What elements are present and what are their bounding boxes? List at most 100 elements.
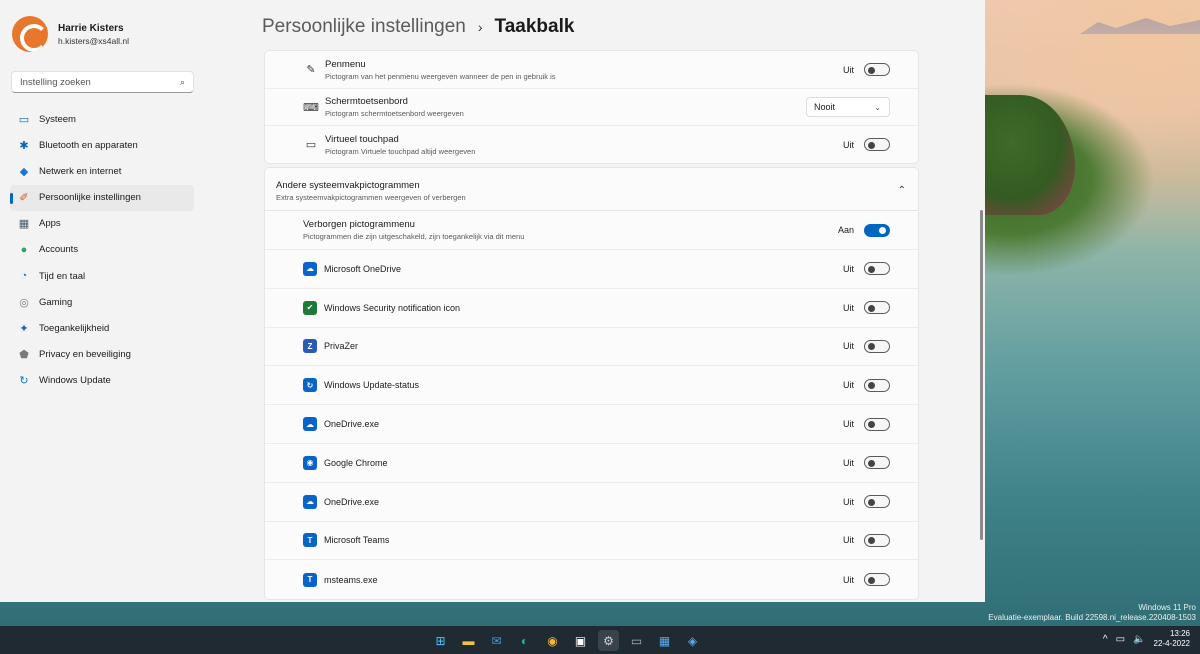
sidebar-item-windows-update[interactable]: ↻ Windows Update bbox=[10, 368, 194, 394]
terminal-icon[interactable]: ▭ bbox=[626, 630, 647, 651]
settings-search-box[interactable]: ⌕ bbox=[11, 71, 194, 93]
accessibility-icon: ✦ bbox=[19, 323, 29, 335]
scrollbar[interactable] bbox=[980, 210, 983, 540]
clock-time: 13:26 bbox=[1169, 629, 1190, 638]
app-name: Microsoft Teams bbox=[324, 535, 390, 546]
chevron-up-icon[interactable]: ⌃ bbox=[898, 185, 906, 196]
toggle-state-label: Uit bbox=[843, 341, 854, 352]
app-icon: ◉ bbox=[303, 455, 317, 470]
app-icon: T bbox=[303, 533, 317, 548]
app-name: Microsoft OneDrive bbox=[324, 263, 402, 274]
app-toggle[interactable] bbox=[864, 262, 890, 276]
update-icon: ↻ bbox=[19, 375, 29, 388]
remote-desktop-icon[interactable]: ▦ bbox=[654, 630, 675, 651]
search-input[interactable] bbox=[20, 76, 170, 88]
app-icon: ☁ bbox=[303, 494, 317, 509]
sidebar-item-toegankelijkheid[interactable]: ✦ Toegankelijkheid bbox=[10, 316, 194, 342]
apps-icon: ▦ bbox=[18, 218, 30, 231]
app-icon: ☁ bbox=[303, 417, 317, 432]
sidebar-item-systeem[interactable]: ▭ Systeem bbox=[10, 106, 194, 132]
clock-date: 22-4-2022 bbox=[1153, 639, 1190, 648]
search-icon[interactable]: ⌕ bbox=[180, 77, 185, 88]
chrome-icon[interactable]: ◉ bbox=[542, 630, 563, 651]
chevron-down-icon: ⌄ bbox=[874, 102, 881, 112]
systray-icon-list: Verborgen pictogrammenu Pictogrammen die… bbox=[264, 211, 919, 601]
app-icon: ✔ bbox=[303, 300, 317, 315]
app-toggle[interactable] bbox=[864, 301, 890, 315]
section-header-systeemvak[interactable]: Andere systeemvakpictogrammen Extra syst… bbox=[264, 167, 919, 211]
setting-row-app: ☁ Microsoft OneDrive Uit bbox=[265, 250, 918, 289]
setting-row-app: ↻ Windows Update-status Uit bbox=[265, 366, 918, 406]
avatar bbox=[12, 16, 48, 52]
schermtoetsenbord-dropdown[interactable]: Nooit ⌄ bbox=[806, 97, 890, 117]
app-toggle[interactable] bbox=[864, 456, 890, 470]
app-icon: Z bbox=[303, 339, 317, 354]
setting-description: Pictogram van het penmenu weergeven wann… bbox=[325, 71, 556, 81]
app-toggle[interactable] bbox=[864, 495, 890, 509]
clock[interactable]: 13:26 22-4-2022 bbox=[1154, 629, 1190, 649]
sidebar-item-privacy-en-beveiliging[interactable]: ⬟ Privacy en beveiliging bbox=[10, 342, 194, 368]
sidebar-item-apps[interactable]: ▦ Apps bbox=[10, 211, 194, 237]
sidebar-item-persoonlijke-instellingen[interactable]: ✐ Persoonlijke instellingen bbox=[10, 184, 194, 211]
sidebar-item-gaming[interactable]: ◎ Gaming bbox=[10, 289, 194, 315]
pen-icon: ✎ bbox=[306, 64, 316, 76]
mail-icon[interactable]: ✉ bbox=[486, 630, 507, 651]
virtueel-touchpad-toggle[interactable] bbox=[864, 138, 890, 151]
gamepad-icon: ◎ bbox=[19, 296, 29, 309]
file-explorer-icon[interactable]: ▬ bbox=[458, 630, 479, 651]
dropdown-value: Nooit bbox=[814, 102, 836, 112]
toggle-state-label: Uit bbox=[843, 64, 854, 75]
app-icon: ↻ bbox=[303, 378, 317, 393]
toggle-state-label: Uit bbox=[843, 419, 854, 430]
sidebar-item-label: Toegankelijkheid bbox=[39, 323, 110, 334]
sidebar-item-label: Tijd en taal bbox=[39, 270, 86, 282]
app-name: OneDrive.exe bbox=[324, 419, 380, 430]
sidebar-item-label: Windows Update bbox=[39, 375, 111, 387]
app-name: msteams.exe bbox=[324, 574, 378, 585]
breadcrumb-separator: › bbox=[477, 19, 483, 35]
chevron-up-icon[interactable]: ^ bbox=[1103, 634, 1108, 645]
sidebar-item-bluetooth-en-apparaten[interactable]: ✱ Bluetooth en apparaten bbox=[10, 132, 194, 158]
app-toggle[interactable] bbox=[864, 533, 890, 547]
touchpad-icon: ▭ bbox=[305, 139, 317, 151]
taskbar: ⊞ ▬ ✉ ◐ ◉ ▣ ⚙ ▭ ▦ ◈ ^ ▭ 🔈 13:26 22-4-2022 bbox=[0, 626, 1200, 654]
sidebar-item-label: Privacy en beveiliging bbox=[39, 349, 131, 361]
sidebar-item-netwerk-en-internet[interactable]: ◆ Netwerk en internet bbox=[10, 158, 194, 184]
app-name: PrivaZer bbox=[324, 341, 359, 352]
sidebar-item-label: Systeem bbox=[39, 113, 76, 125]
app-name: Windows Update-status bbox=[324, 380, 420, 391]
sidebar-item-label: Accounts bbox=[39, 244, 79, 256]
setting-row-verborgen-pictogrammenu: Verborgen pictogrammenu Pictogrammen die… bbox=[265, 211, 918, 250]
setting-row-app: ☁ OneDrive.exe Uit bbox=[265, 405, 918, 444]
taskbar-apps: ⊞ ▬ ✉ ◐ ◉ ▣ ⚙ ▭ ▦ ◈ bbox=[430, 630, 703, 651]
toggle-state-label: Uit bbox=[843, 139, 854, 150]
breadcrumb-parent[interactable]: Persoonlijke instellingen bbox=[262, 16, 466, 38]
sidebar-item-tijd-en-taal[interactable]: ◔ Tijd en taal bbox=[10, 263, 194, 289]
store-icon[interactable]: ▣ bbox=[570, 630, 591, 651]
user-profile[interactable]: Harrie Kisters h.kisters@xs4all.nl bbox=[12, 16, 129, 52]
app-toggle[interactable] bbox=[864, 573, 890, 587]
app-name: Google Chrome bbox=[324, 457, 388, 468]
app-toggle[interactable] bbox=[864, 417, 890, 431]
setting-row-virtueel-touchpad: ▭ Virtueel touchpad Pictogram Virtuele t… bbox=[265, 126, 918, 163]
brush-icon: ✐ bbox=[19, 192, 29, 205]
sidebar-item-label: Persoonlijke instellingen bbox=[39, 192, 141, 204]
volume-icon[interactable]: 🔈 bbox=[1133, 634, 1145, 645]
app-toggle[interactable] bbox=[864, 378, 890, 392]
penmenu-toggle[interactable] bbox=[864, 63, 890, 76]
windows-watermark: Windows 11 Pro Evaluatie-exemplaar. Buil… bbox=[988, 603, 1196, 623]
globe-clock-icon: ◔ bbox=[20, 270, 28, 283]
setting-title: Verborgen pictogrammenu bbox=[303, 219, 415, 230]
app-name: Windows Security notification icon bbox=[324, 302, 461, 313]
breadcrumb: Persoonlijke instellingen › Taakbalk bbox=[262, 16, 574, 38]
edge-icon[interactable]: ◐ bbox=[514, 630, 535, 651]
verborgen-pictogrammenu-toggle[interactable] bbox=[864, 223, 890, 237]
setting-description: Pictogram Virtuele touchpad altijd weerg… bbox=[325, 146, 476, 156]
toggle-state-label: Uit bbox=[843, 457, 854, 468]
start-icon[interactable]: ⊞ bbox=[430, 630, 451, 651]
app-toggle[interactable] bbox=[864, 339, 890, 353]
network-icon[interactable]: ▭ bbox=[1116, 634, 1125, 645]
sidebar-item-accounts[interactable]: ● Accounts bbox=[10, 237, 194, 263]
app-icon[interactable]: ◈ bbox=[682, 630, 703, 651]
settings-icon[interactable]: ⚙ bbox=[598, 630, 619, 651]
